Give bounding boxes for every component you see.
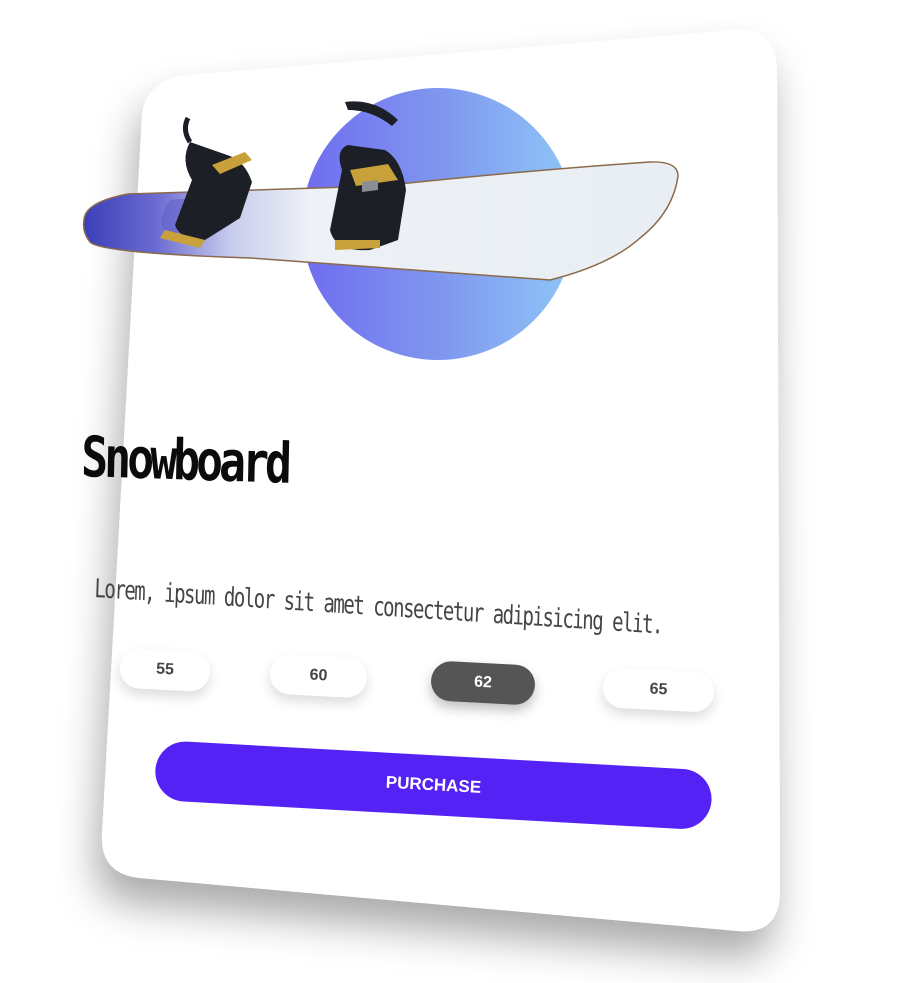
size-option-65[interactable]: 65 — [602, 667, 715, 713]
size-option-60[interactable]: 60 — [269, 653, 368, 699]
product-card: Snowboard Lorem, ipsum dolor sit amet co… — [81, 29, 780, 932]
front-binding — [330, 101, 406, 251]
purchase-button-label: PURCHASE — [385, 772, 482, 797]
product-title: Snowboard — [80, 425, 289, 497]
size-option-62[interactable]: 62 — [430, 660, 536, 706]
snowboard-image — [82, 101, 679, 281]
size-option-55[interactable]: 55 — [119, 647, 211, 693]
stage: Snowboard Lorem, ipsum dolor sit amet co… — [0, 0, 909, 983]
